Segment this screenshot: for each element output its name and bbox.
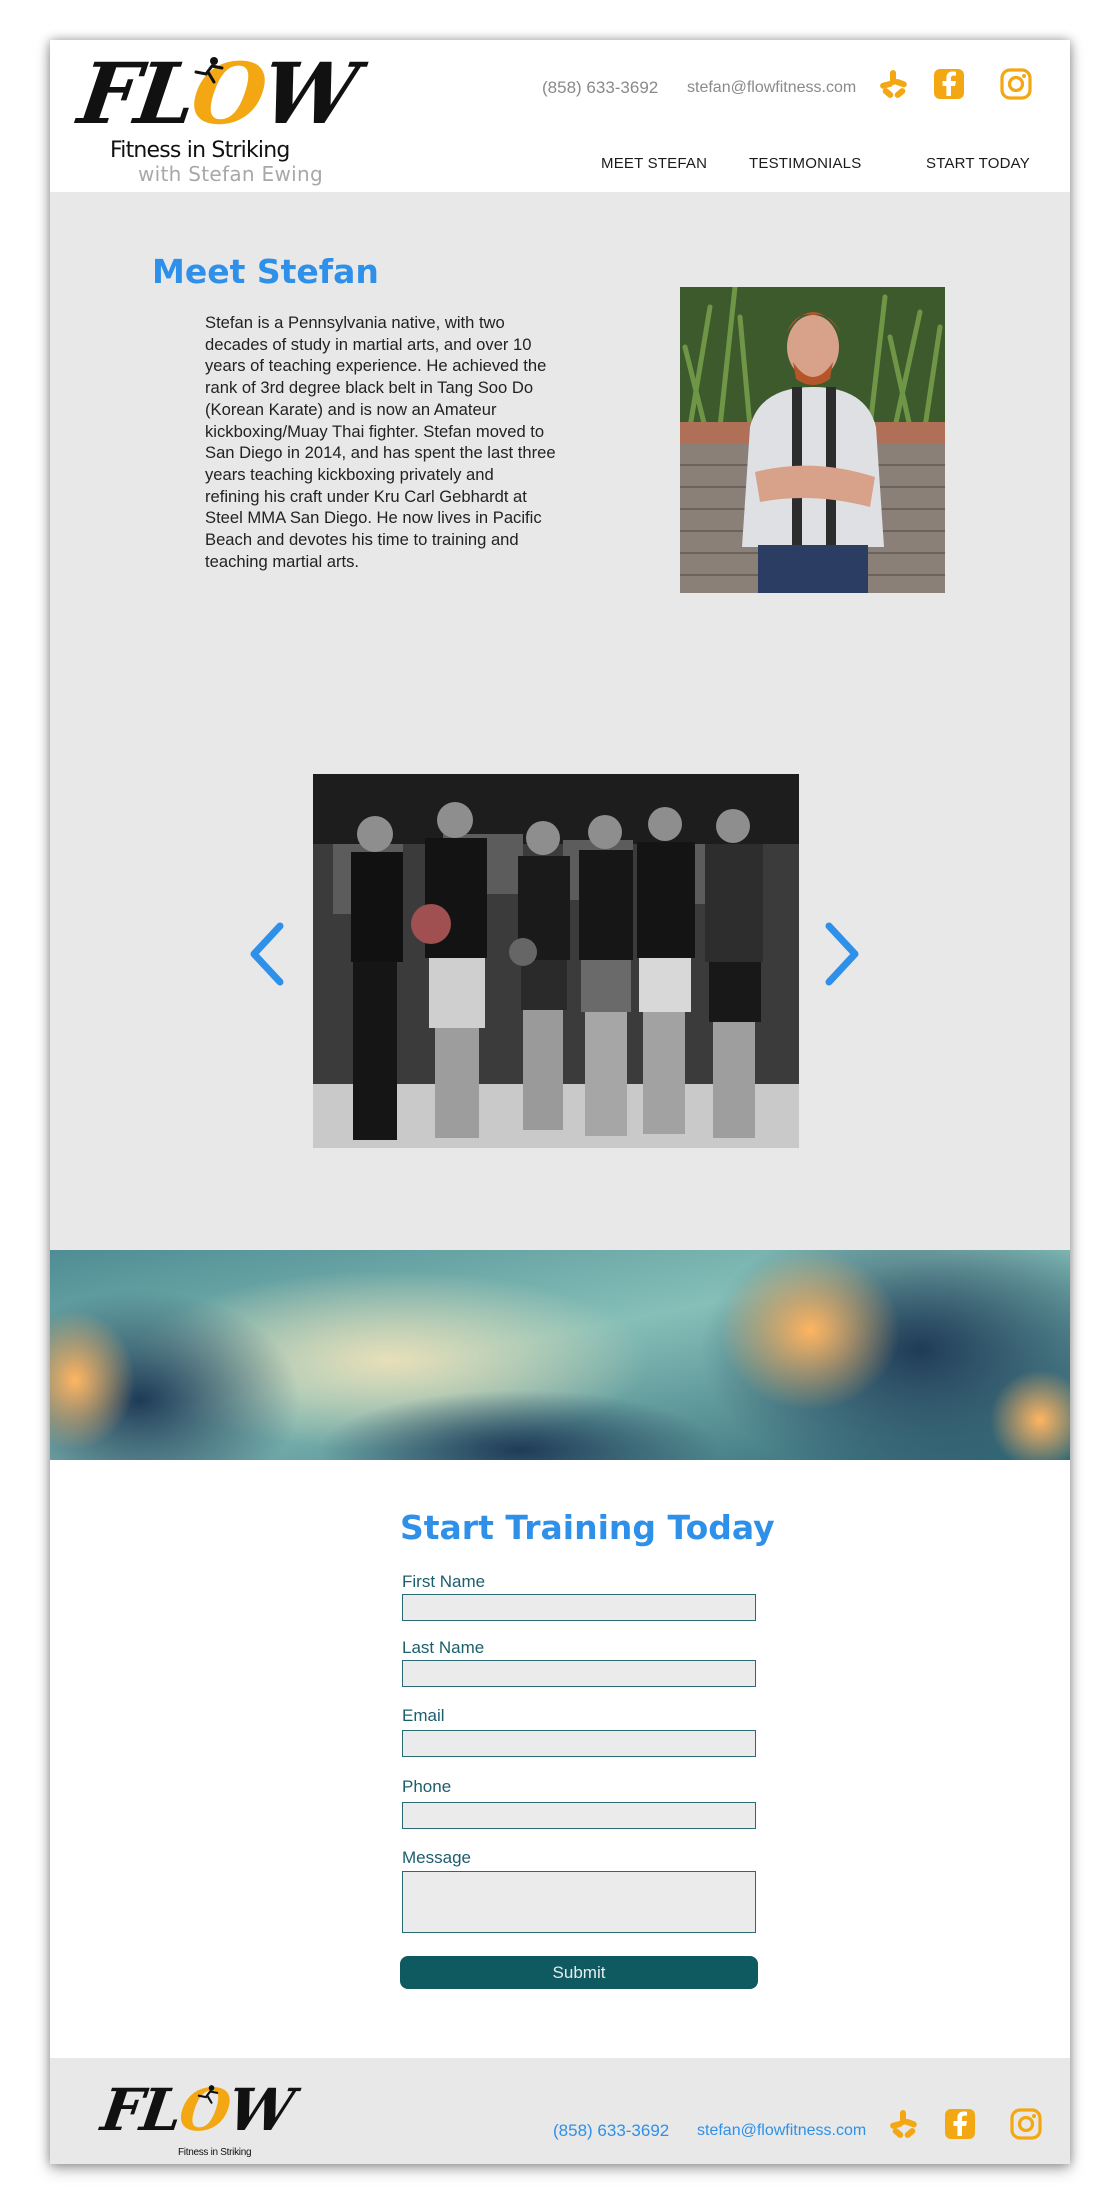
contact-form-section: Start Training Today First Name Last Nam… <box>50 1460 1070 2058</box>
kicking-figure-icon <box>194 57 224 84</box>
site-header: FLOW Fitness in Striking with Stefan Ewi… <box>50 40 1070 192</box>
footer-kicking-figure-icon <box>197 2085 219 2104</box>
submit-button[interactable]: Submit <box>400 1956 758 1989</box>
meet-stefan-section: Meet Stefan Stefan is a Pennsylvania nat… <box>50 192 1070 1250</box>
last-name-input[interactable] <box>402 1660 756 1687</box>
form-title: Start Training Today <box>400 1508 775 1547</box>
yelp-icon[interactable] <box>878 68 908 100</box>
bio-line: Stefan is a Pennsylvania native, with tw… <box>205 313 505 332</box>
bio-line: San Diego in 2014, and has spent the las… <box>205 443 556 463</box>
footer-yelp-icon[interactable] <box>888 2108 918 2140</box>
gallery-group-photo <box>313 774 799 1148</box>
footer-phone[interactable]: (858) 633-3692 <box>553 2121 669 2141</box>
footer-instagram-icon[interactable] <box>1010 2108 1042 2140</box>
site-logo[interactable]: FLOW Fitness in Striking with Stefan Ewi… <box>73 44 361 186</box>
bio-text: Stefan is a Pennsylvania native, with tw… <box>205 312 610 572</box>
page: FLOW Fitness in Striking with Stefan Ewi… <box>50 40 1070 2164</box>
header-phone[interactable]: (858) 633-3692 <box>542 78 658 98</box>
bio-line: Steel MMA San Diego. He now lives in Pac… <box>205 508 542 528</box>
bio-line: years of teaching experience. He achieve… <box>205 356 547 376</box>
last-name-label: Last Name <box>402 1638 485 1657</box>
email-input[interactable] <box>402 1730 756 1757</box>
footer-facebook-icon[interactable] <box>944 2108 975 2140</box>
instagram-icon[interactable] <box>1000 68 1032 100</box>
footer-logo-tagline: Fitness in Striking <box>178 2147 252 2158</box>
site-footer: FLOW Fitness in Striking (858) 633-3692 … <box>50 2058 1070 2164</box>
nav-meet-stefan[interactable]: MEET STEFAN <box>601 155 707 172</box>
footer-email[interactable]: stefan@flowfitness.com <box>697 2122 866 2140</box>
bio-line: kickboxing/Muay Thai fighter. Stefan mov… <box>205 421 545 441</box>
header-email[interactable]: stefan@flowfitness.com <box>687 79 856 97</box>
nav-start-today[interactable]: START TODAY <box>926 155 1030 172</box>
phone-input[interactable] <box>402 1802 756 1829</box>
gallery-next-arrow-icon[interactable] <box>823 922 863 986</box>
nav-testimonials[interactable]: TESTIMONIALS <box>749 155 861 172</box>
phone-label: Phone <box>402 1777 452 1796</box>
message-label: Message <box>402 1848 471 1867</box>
section-title: Meet Stefan <box>152 252 379 291</box>
facebook-icon[interactable] <box>933 68 964 100</box>
bio-line: teaching martial arts. <box>205 551 360 571</box>
logo-subtitle: with Stefan Ewing <box>138 162 323 186</box>
bio-line: rank of 3rd degree black belt in Tang So… <box>205 378 534 398</box>
logo-tagline: Fitness in Striking <box>110 138 290 163</box>
gallery-prev-arrow-icon[interactable] <box>246 922 286 986</box>
bio-line: years teaching kickboxing privately and <box>205 464 494 484</box>
bio-line: (Korean Karate) and is now an Amateur <box>205 399 497 419</box>
first-name-label: First Name <box>402 1572 486 1591</box>
email-label: Email <box>402 1706 445 1725</box>
bio-line: Beach and devotes his time to training a… <box>205 530 519 550</box>
message-textarea[interactable] <box>402 1871 756 1933</box>
bio-line: refining his craft under Kru Carl Gebhar… <box>205 486 527 506</box>
first-name-input[interactable] <box>402 1594 756 1621</box>
bio-line: decades of study in martial arts, and ov… <box>205 334 532 354</box>
stefan-portrait-photo <box>680 287 945 593</box>
sky-banner-image <box>50 1250 1070 1460</box>
